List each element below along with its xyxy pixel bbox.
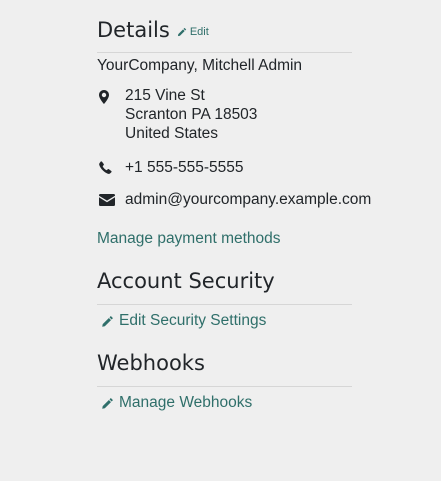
edit-security-settings-link[interactable]: Edit Security Settings	[97, 311, 266, 331]
phone-number: +1 555-555-5555	[125, 159, 244, 176]
edit-security-settings-label: Edit Security Settings	[119, 312, 267, 329]
address-line-street: 215 Vine St	[125, 87, 205, 104]
details-title: Details Edit	[97, 16, 209, 46]
manage-webhooks-label: Manage Webhooks	[119, 394, 253, 411]
address-block: 215 Vine St Scranton PA 18503 United Sta…	[97, 86, 257, 143]
manage-webhooks-link[interactable]: Manage Webhooks	[97, 393, 252, 413]
phone-icon-wrap	[97, 158, 125, 174]
account-security-title: Account Security	[97, 269, 275, 293]
address-icon-wrap	[97, 86, 125, 104]
map-marker-icon	[99, 90, 109, 104]
details-header: Details Edit	[97, 16, 209, 46]
manage-payment-methods-link[interactable]: Manage payment methods	[97, 229, 281, 249]
phone-row: +1 555-555-5555	[97, 158, 244, 177]
phone-icon	[99, 161, 112, 174]
account-security-divider	[97, 304, 352, 305]
email-address: admin@yourcompany.example.com	[125, 191, 372, 208]
address-lines: 215 Vine St Scranton PA 18503 United Sta…	[125, 86, 257, 143]
details-edit-link[interactable]: Edit	[177, 18, 209, 46]
pencil-icon	[102, 397, 113, 409]
email-icon-wrap	[97, 190, 125, 206]
webhooks-divider	[97, 386, 352, 387]
address-line-city: Scranton PA 18503	[125, 106, 258, 123]
details-title-text: Details	[97, 18, 170, 42]
details-edit-label: Edit	[189, 26, 209, 38]
address-line-country: United States	[125, 125, 219, 142]
pencil-icon	[102, 315, 113, 327]
webhooks-title: Webhooks	[97, 351, 205, 375]
details-divider	[97, 52, 352, 53]
email-row: admin@yourcompany.example.com	[97, 190, 371, 209]
pencil-icon	[177, 27, 186, 37]
partner-name: YourCompany, Mitchell Admin	[97, 57, 303, 74]
envelope-icon	[99, 194, 115, 206]
